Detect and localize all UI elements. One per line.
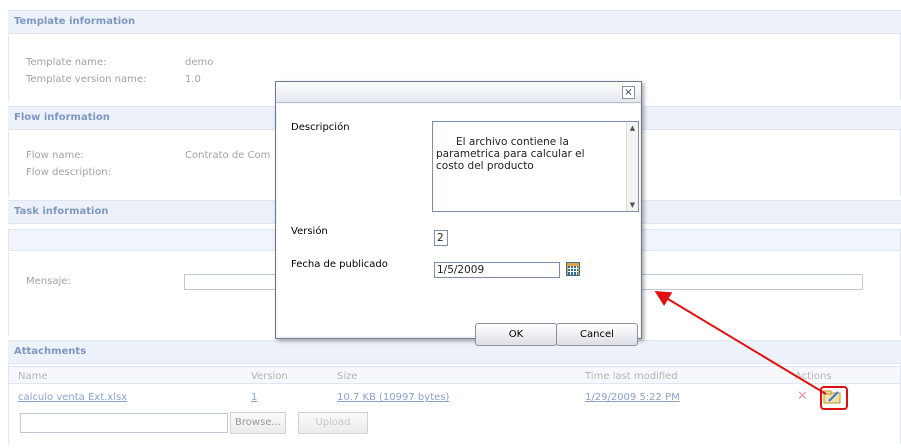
column-header-version: Version — [251, 371, 288, 382]
upload-button[interactable]: Upload — [298, 412, 368, 434]
scroll-down-arrow-icon[interactable]: ▼ — [627, 200, 638, 210]
attachment-version-link[interactable]: 1 — [251, 392, 257, 403]
flow-name-label: Flow name: — [26, 150, 84, 161]
attachment-edit-dialog: × Descripción El archivo contiene la par… — [275, 81, 642, 346]
file-path-input[interactable] — [20, 413, 228, 433]
template-name-value: demo — [185, 57, 214, 68]
dialog-title-bar: × — [276, 82, 641, 103]
attachment-name-link[interactable]: calculo venta Ext.xlsx — [18, 392, 127, 403]
template-version-label: Template version name: — [26, 74, 147, 85]
textarea-scrollbar[interactable]: ▲ ▼ — [626, 122, 638, 211]
attachments-header: Attachments — [8, 340, 901, 364]
version-label: Versión — [291, 226, 328, 237]
date-label: Fecha de publicado — [291, 259, 388, 270]
attachments-column-bar — [8, 366, 901, 384]
version-input[interactable]: 2 — [434, 230, 448, 246]
annotation-highlight-box — [820, 386, 848, 410]
scroll-up-arrow-icon[interactable]: ▲ — [627, 123, 638, 133]
close-icon[interactable]: × — [622, 86, 635, 99]
column-header-actions: Actions — [795, 371, 832, 382]
description-label: Descripción — [291, 122, 350, 133]
calendar-icon[interactable] — [566, 262, 580, 276]
template-name-label: Template name: — [26, 57, 107, 68]
column-header-time: Time last modified — [585, 371, 678, 382]
column-header-size: Size — [337, 371, 358, 382]
description-text: El archivo contiene la parametrica para … — [436, 136, 585, 172]
flow-description-label: Flow description: — [26, 167, 111, 178]
flow-name-value: Contrato de Com — [185, 150, 271, 161]
template-info-header: Template information — [8, 10, 901, 34]
attachment-modified-link[interactable]: 1/29/2009 5:22 PM — [585, 392, 680, 403]
browse-button[interactable]: Browse... — [230, 412, 286, 434]
cancel-button[interactable]: Cancel — [556, 323, 638, 346]
message-label: Mensaje: — [26, 276, 71, 287]
description-textarea[interactable]: El archivo contiene la parametrica para … — [432, 121, 639, 212]
ok-button[interactable]: OK — [475, 323, 557, 346]
dialog-body: Descripción El archivo contiene la param… — [277, 104, 640, 346]
template-version-value: 1.0 — [185, 74, 201, 85]
column-header-name: Name — [18, 371, 48, 382]
delete-icon[interactable]: ✕ — [797, 389, 808, 404]
publish-date-input[interactable]: 1/5/2009 — [434, 262, 560, 278]
attachment-size-link[interactable]: 10.7 KB (10997 bytes) — [337, 392, 449, 403]
